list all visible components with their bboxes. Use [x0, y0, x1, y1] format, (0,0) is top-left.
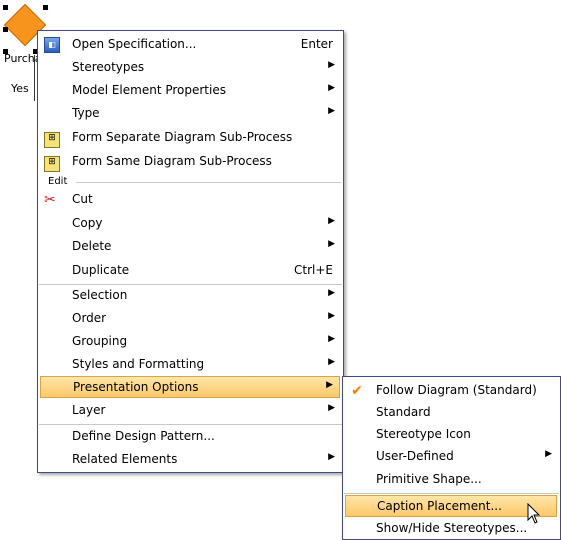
menu-item-label: Standard	[376, 405, 431, 419]
menu-item-label: Grouping	[72, 334, 128, 348]
menu-item-grouping[interactable]: Grouping ▶	[38, 331, 343, 353]
menu-item-presentation-options[interactable]: Presentation Options ▶	[40, 376, 340, 398]
submenu-arrow-icon: ▶	[328, 357, 335, 367]
menu-item-styles-and-formatting[interactable]: Styles and Formatting ▶	[38, 354, 343, 376]
specification-icon: ◧	[44, 37, 60, 53]
flow-connector[interactable]	[34, 55, 35, 101]
submenu-arrow-icon: ▶	[326, 380, 333, 390]
menu-item-label: Delete	[72, 239, 112, 253]
shape-caption: Purcha	[4, 52, 42, 65]
submenu-item-stereotype-icon[interactable]: Stereotype Icon	[343, 424, 560, 446]
submenu-item-caption-placement[interactable]: Caption Placement...	[345, 495, 557, 517]
context-menu: ◧ Open Specification... Enter Stereotype…	[37, 30, 344, 473]
menu-item-label: Caption Placement...	[377, 499, 502, 513]
separator	[344, 493, 559, 494]
menu-item-label: Stereotype Icon	[376, 427, 471, 441]
submenu-item-primitive-shape[interactable]: Primitive Shape...	[343, 469, 560, 491]
menu-item-type[interactable]: Type ▶	[38, 103, 343, 125]
selection-handle[interactable]	[3, 27, 8, 32]
menu-item-stereotypes[interactable]: Stereotypes ▶	[38, 57, 343, 79]
submenu-item-standard[interactable]: Standard	[343, 402, 560, 424]
separator	[76, 182, 341, 183]
menu-item-duplicate[interactable]: Duplicate Ctrl+E	[38, 260, 343, 282]
menu-item-label: Presentation Options	[73, 380, 199, 394]
menu-item-copy[interactable]: Copy ▶	[38, 213, 343, 235]
menu-item-define-design-pattern[interactable]: Define Design Pattern...	[38, 426, 343, 448]
scissors-icon: ✂	[44, 192, 56, 208]
submenu-arrow-icon: ▶	[328, 60, 335, 70]
menu-item-open-specification[interactable]: ◧ Open Specification... Enter	[38, 34, 343, 56]
menu-item-form-separate-diagram-sub-process[interactable]: ⊞ Form Separate Diagram Sub-Process	[38, 127, 343, 149]
submenu-arrow-icon: ▶	[328, 83, 335, 93]
menu-item-layer[interactable]: Layer ▶	[38, 400, 343, 422]
menu-item-shortcut: Enter	[300, 37, 333, 51]
menu-item-label: Open Specification...	[72, 37, 197, 51]
menu-item-label: Layer	[72, 403, 106, 417]
menu-item-selection[interactable]: Selection ▶	[38, 285, 343, 307]
menu-item-label: Cut	[72, 192, 93, 206]
menu-item-label: Form Same Diagram Sub-Process	[72, 154, 272, 168]
menu-item-label: Duplicate	[72, 263, 130, 277]
menu-item-form-same-diagram-sub-process[interactable]: ⊞ Form Same Diagram Sub-Process	[38, 151, 343, 173]
checkmark-icon: ✔	[351, 383, 363, 399]
menu-item-label: Styles and Formatting	[72, 357, 205, 371]
menu-item-label: Order	[72, 311, 107, 325]
menu-item-cut[interactable]: ✂ Cut	[38, 189, 343, 211]
submenu-arrow-icon: ▶	[328, 239, 335, 249]
mouse-pointer-icon	[527, 503, 541, 524]
menu-item-label: Primitive Shape...	[376, 472, 482, 486]
submenu-arrow-icon: ▶	[328, 334, 335, 344]
menu-item-label: Follow Diagram (Standard)	[376, 383, 537, 397]
branch-label: Yes	[11, 82, 29, 95]
submenu-arrow-icon: ▶	[545, 449, 552, 459]
menu-item-shortcut: Ctrl+E	[294, 263, 333, 277]
submenu-arrow-icon: ▶	[328, 106, 335, 116]
menu-item-label: Selection	[72, 288, 128, 302]
menu-item-delete[interactable]: Delete ▶	[38, 236, 343, 258]
menu-item-related-elements[interactable]: Related Elements ▶	[38, 449, 343, 471]
submenu-arrow-icon: ▶	[328, 288, 335, 298]
form-subprocess-icon: ⊞	[44, 132, 60, 148]
menu-item-label: Type	[72, 106, 100, 120]
menu-item-label: Form Separate Diagram Sub-Process	[72, 130, 293, 144]
submenu-arrow-icon: ▶	[328, 216, 335, 226]
group-label-edit: Edit	[48, 176, 68, 187]
menu-item-model-element-properties[interactable]: Model Element Properties ▶	[38, 80, 343, 102]
submenu-arrow-icon: ▶	[328, 311, 335, 321]
submenu-arrow-icon: ▶	[328, 403, 335, 413]
separator	[39, 424, 342, 425]
submenu-arrow-icon: ▶	[328, 452, 335, 462]
menu-item-order[interactable]: Order ▶	[38, 308, 343, 330]
menu-item-label: Model Element Properties	[72, 83, 226, 97]
submenu-item-user-defined[interactable]: User-Defined ▶	[343, 446, 560, 468]
menu-item-label: Define Design Pattern...	[72, 429, 215, 443]
menu-item-label: Stereotypes	[72, 60, 145, 74]
menu-item-label: Copy	[72, 216, 103, 230]
menu-item-label: Show/Hide Stereotypes...	[376, 521, 528, 535]
form-subprocess-icon: ⊞	[44, 156, 60, 172]
menu-item-label: Related Elements	[72, 452, 178, 466]
menu-item-label: User-Defined	[376, 449, 454, 463]
submenu-item-follow-diagram[interactable]: ✔ Follow Diagram (Standard)	[343, 380, 560, 402]
selection-handle[interactable]	[3, 5, 8, 10]
selection-handle[interactable]	[43, 5, 48, 10]
